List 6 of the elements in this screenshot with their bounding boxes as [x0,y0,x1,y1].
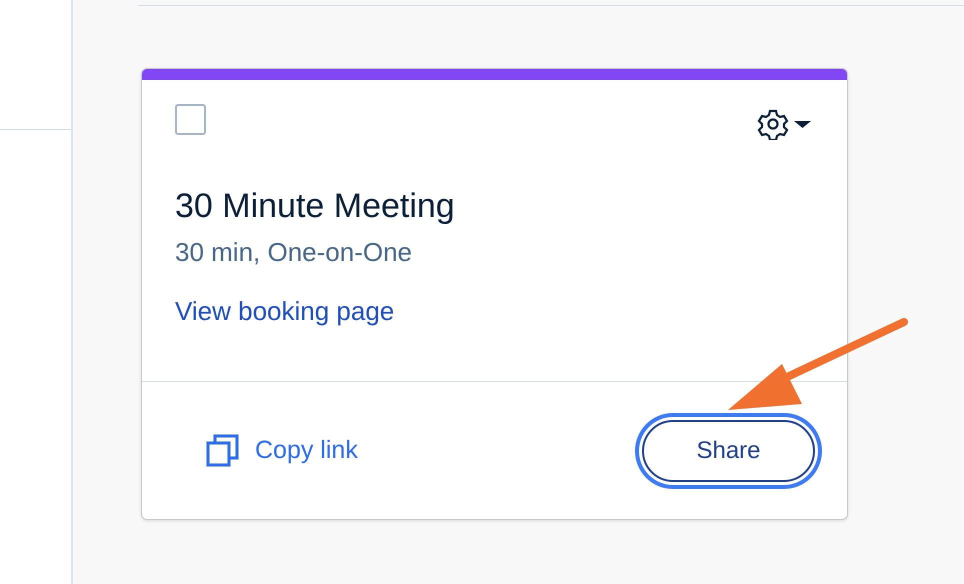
checkbox[interactable] [175,104,206,135]
copy-link-button[interactable]: Copy link [206,432,358,470]
copy-icon [206,434,239,467]
booking-page-link[interactable]: View booking page [175,292,394,332]
event-details: 30 min, One-on-One [175,236,414,270]
event-title: 30 Minute Meeting [175,188,456,226]
